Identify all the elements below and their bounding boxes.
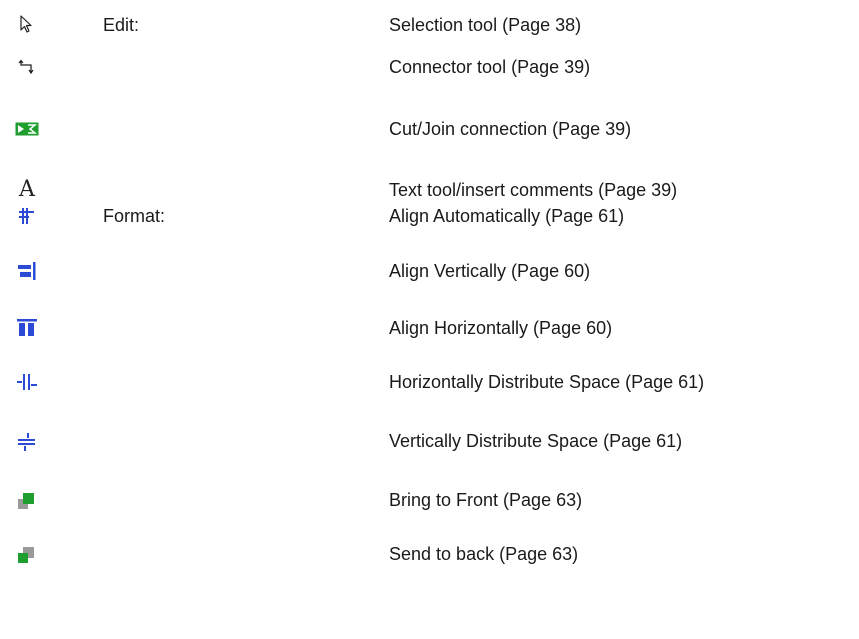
align-vertically-icon (14, 256, 40, 286)
align-horizontally-icon (14, 313, 40, 343)
align-automatically-icon (14, 201, 40, 231)
item-description: Bring to Front (Page 63) (389, 490, 583, 510)
list-item: Send to back (Page 63) (0, 539, 859, 569)
list-item: Vertically Distribute Space (Page 61) (0, 426, 859, 456)
item-description: Send to back (Page 63) (389, 544, 579, 564)
category-label: Edit: (103, 15, 140, 35)
item-description: Selection tool (Page 38) (389, 15, 582, 35)
list-item: Edit: Selection tool (Page 38) (0, 10, 859, 40)
item-description: Align Automatically (Page 61) (389, 206, 625, 226)
list-item: Connector tool (Page 39) (0, 52, 859, 82)
list-item: Align Vertically (Page 60) (0, 256, 859, 286)
send-to-back-icon (14, 539, 40, 569)
vertical-distribute-icon (14, 426, 40, 456)
list-item: Format: Align Automatically (Page 61) (0, 201, 859, 231)
horizontal-distribute-icon (14, 367, 40, 397)
item-description: Align Vertically (Page 60) (389, 261, 591, 281)
item-description: Align Horizontally (Page 60) (389, 318, 613, 338)
item-description: Horizontally Distribute Space (Page 61) (389, 372, 705, 392)
selection-arrow-icon (14, 10, 40, 40)
bring-to-front-icon (14, 485, 40, 515)
list-item: Bring to Front (Page 63) (0, 485, 859, 515)
item-description: Cut/Join connection (Page 39) (389, 119, 632, 139)
item-description: Connector tool (Page 39) (389, 57, 591, 77)
category-label: Format: (103, 206, 166, 226)
list-item: Cut/Join connection (Page 39) (0, 114, 859, 144)
connector-tool-icon (14, 52, 40, 82)
item-description: Vertically Distribute Space (Page 61) (389, 431, 683, 451)
cut-join-connection-icon (14, 114, 40, 144)
list-item: Align Horizontally (Page 60) (0, 313, 859, 343)
list-item: Horizontally Distribute Space (Page 61) (0, 367, 859, 397)
